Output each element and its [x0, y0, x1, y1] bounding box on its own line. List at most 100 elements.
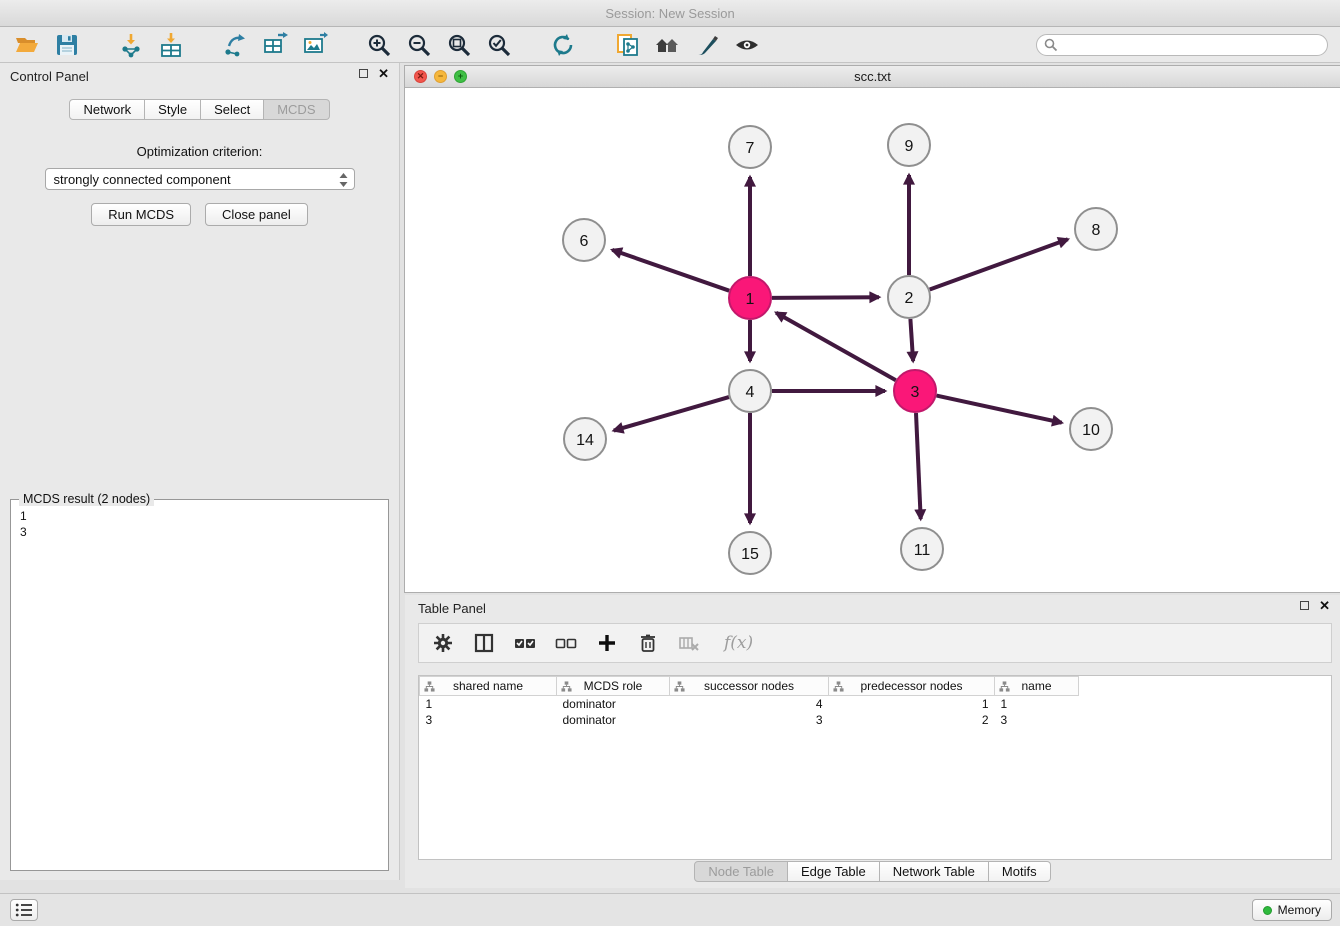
show-hide-icon[interactable] — [732, 30, 762, 60]
table-cell[interactable]: 1 — [420, 696, 557, 712]
mcds-result-text[interactable]: 1 3 — [11, 500, 388, 548]
columns-icon[interactable] — [472, 631, 496, 655]
edge-3-11[interactable] — [916, 413, 921, 519]
tab-style[interactable]: Style — [145, 99, 201, 120]
zoom-out-icon[interactable] — [404, 30, 434, 60]
node-label-6: 6 — [580, 233, 589, 250]
close-panel-icon[interactable]: ✕ — [378, 67, 389, 80]
memory-button[interactable]: Memory — [1252, 899, 1332, 921]
node-table-grid: shared nameMCDS role successor nodes prede… — [419, 676, 1079, 728]
delete-row-icon[interactable] — [636, 631, 660, 655]
delete-columns-icon[interactable] — [677, 631, 701, 655]
table-cell[interactable]: 3 — [420, 712, 557, 728]
task-history-button[interactable] — [10, 899, 38, 921]
edge-2-3[interactable] — [910, 319, 913, 361]
zoom-selected-icon[interactable] — [484, 30, 514, 60]
criterion-dropdown-value: strongly connected component — [54, 172, 231, 187]
table-body: 1dominator4113dominator323 — [420, 696, 1079, 728]
column-sort-icon — [833, 681, 844, 692]
application-window: Session: New Session — [0, 0, 1340, 926]
table-cell[interactable]: dominator — [557, 712, 670, 728]
control-panel-header: Control Panel ✕ — [0, 63, 399, 89]
table-tab-node-table[interactable]: Node Table — [694, 861, 788, 882]
zoom-fit-icon[interactable] — [444, 30, 474, 60]
import-network-icon[interactable] — [116, 30, 146, 60]
network-view-window: ✕ − + scc.txt 1234678910111415 — [405, 66, 1340, 592]
network-canvas[interactable]: 1234678910111415 — [405, 88, 1340, 591]
window-close-icon[interactable]: ✕ — [414, 70, 427, 83]
network-window-titlebar[interactable]: ✕ − + scc.txt — [405, 66, 1340, 88]
clone-network-icon[interactable] — [612, 30, 642, 60]
table-cell[interactable]: 4 — [670, 696, 829, 712]
export-image-icon[interactable] — [300, 30, 330, 60]
zoom-in-icon[interactable] — [364, 30, 394, 60]
dropdown-arrows-icon — [338, 172, 349, 188]
table-cell[interactable]: 3 — [670, 712, 829, 728]
refresh-layout-icon[interactable] — [548, 30, 578, 60]
optimization-criterion-label: Optimization criterion: — [0, 144, 399, 159]
edge-1-2[interactable] — [772, 297, 879, 298]
network-graph[interactable]: 1234678910111415 — [405, 88, 1340, 591]
save-session-icon[interactable] — [52, 30, 82, 60]
memory-button-label: Memory — [1278, 903, 1321, 917]
edge-3-10[interactable] — [937, 396, 1062, 423]
table-tab-edge-table[interactable]: Edge Table — [788, 861, 880, 882]
node-label-9: 9 — [905, 138, 914, 155]
close-panel-button[interactable]: Close panel — [205, 203, 308, 226]
table-row[interactable]: 3dominator323 — [420, 712, 1079, 728]
table-cell[interactable]: 2 — [829, 712, 995, 728]
table-cell[interactable]: 1 — [829, 696, 995, 712]
export-network-icon[interactable] — [220, 30, 250, 60]
column-header-predecessor-nodes[interactable]: predecessor nodes — [829, 677, 995, 696]
edge-3-1[interactable] — [776, 313, 896, 381]
node-label-10: 10 — [1082, 422, 1100, 439]
function-builder-icon[interactable]: f(x) — [724, 633, 753, 653]
column-header-label: successor nodes — [704, 679, 794, 693]
close-table-panel-icon[interactable]: ✕ — [1319, 599, 1330, 612]
import-table-icon[interactable] — [156, 30, 186, 60]
column-header-shared-name[interactable]: shared name — [420, 677, 557, 696]
select-all-rows-icon[interactable] — [513, 631, 537, 655]
table-cell[interactable]: 1 — [995, 696, 1079, 712]
edge-2-8[interactable] — [930, 239, 1068, 289]
table-tab-motifs[interactable]: Motifs — [989, 861, 1051, 882]
gear-icon[interactable] — [431, 631, 455, 655]
float-table-panel-icon[interactable] — [1300, 601, 1309, 610]
home-icon[interactable] — [652, 30, 682, 60]
table-tab-network-table[interactable]: Network Table — [880, 861, 989, 882]
column-header-label: predecessor nodes — [860, 679, 962, 693]
table-cell[interactable]: 3 — [995, 712, 1079, 728]
node-label-4: 4 — [746, 384, 755, 401]
table-cell[interactable]: dominator — [557, 696, 670, 712]
control-panel-tabs: NetworkStyleSelectMCDS — [0, 99, 399, 120]
status-bar: Memory — [0, 893, 1340, 926]
mcds-result-box: MCDS result (2 nodes) 1 3 — [10, 499, 389, 871]
export-table-icon[interactable] — [260, 30, 290, 60]
run-mcds-button[interactable]: Run MCDS — [91, 203, 191, 226]
tab-network[interactable]: Network — [69, 99, 145, 120]
edge-4-14[interactable] — [614, 397, 729, 431]
tab-select[interactable]: Select — [201, 99, 264, 120]
criterion-dropdown[interactable]: strongly connected component — [45, 168, 355, 190]
network-window-title: scc.txt — [854, 69, 891, 84]
node-label-14: 14 — [576, 432, 594, 449]
column-header-successor-nodes[interactable]: successor nodes — [670, 677, 829, 696]
window-minimize-icon[interactable]: − — [434, 70, 447, 83]
column-header-name[interactable]: name — [995, 677, 1079, 696]
table-header-row: shared nameMCDS role successor nodes prede… — [420, 677, 1079, 696]
search-input[interactable] — [1036, 34, 1328, 56]
deselect-all-rows-icon[interactable] — [554, 631, 578, 655]
float-panel-icon[interactable] — [359, 69, 368, 78]
window-zoom-icon[interactable]: + — [454, 70, 467, 83]
table-tabs: Node TableEdge TableNetwork TableMotifs — [405, 861, 1340, 882]
add-row-icon[interactable] — [595, 631, 619, 655]
column-header-MCDS-role[interactable]: MCDS role — [557, 677, 670, 696]
control-panel-title: Control Panel — [10, 69, 89, 84]
tab-mcds[interactable]: MCDS — [264, 99, 329, 120]
node-label-7: 7 — [746, 140, 755, 157]
control-panel: Control Panel ✕ NetworkStyleSelectMCDS O… — [0, 63, 400, 880]
open-file-icon[interactable] — [12, 30, 42, 60]
style-brush-icon[interactable] — [692, 30, 722, 60]
table-row[interactable]: 1dominator411 — [420, 696, 1079, 712]
edge-1-6[interactable] — [612, 250, 729, 291]
